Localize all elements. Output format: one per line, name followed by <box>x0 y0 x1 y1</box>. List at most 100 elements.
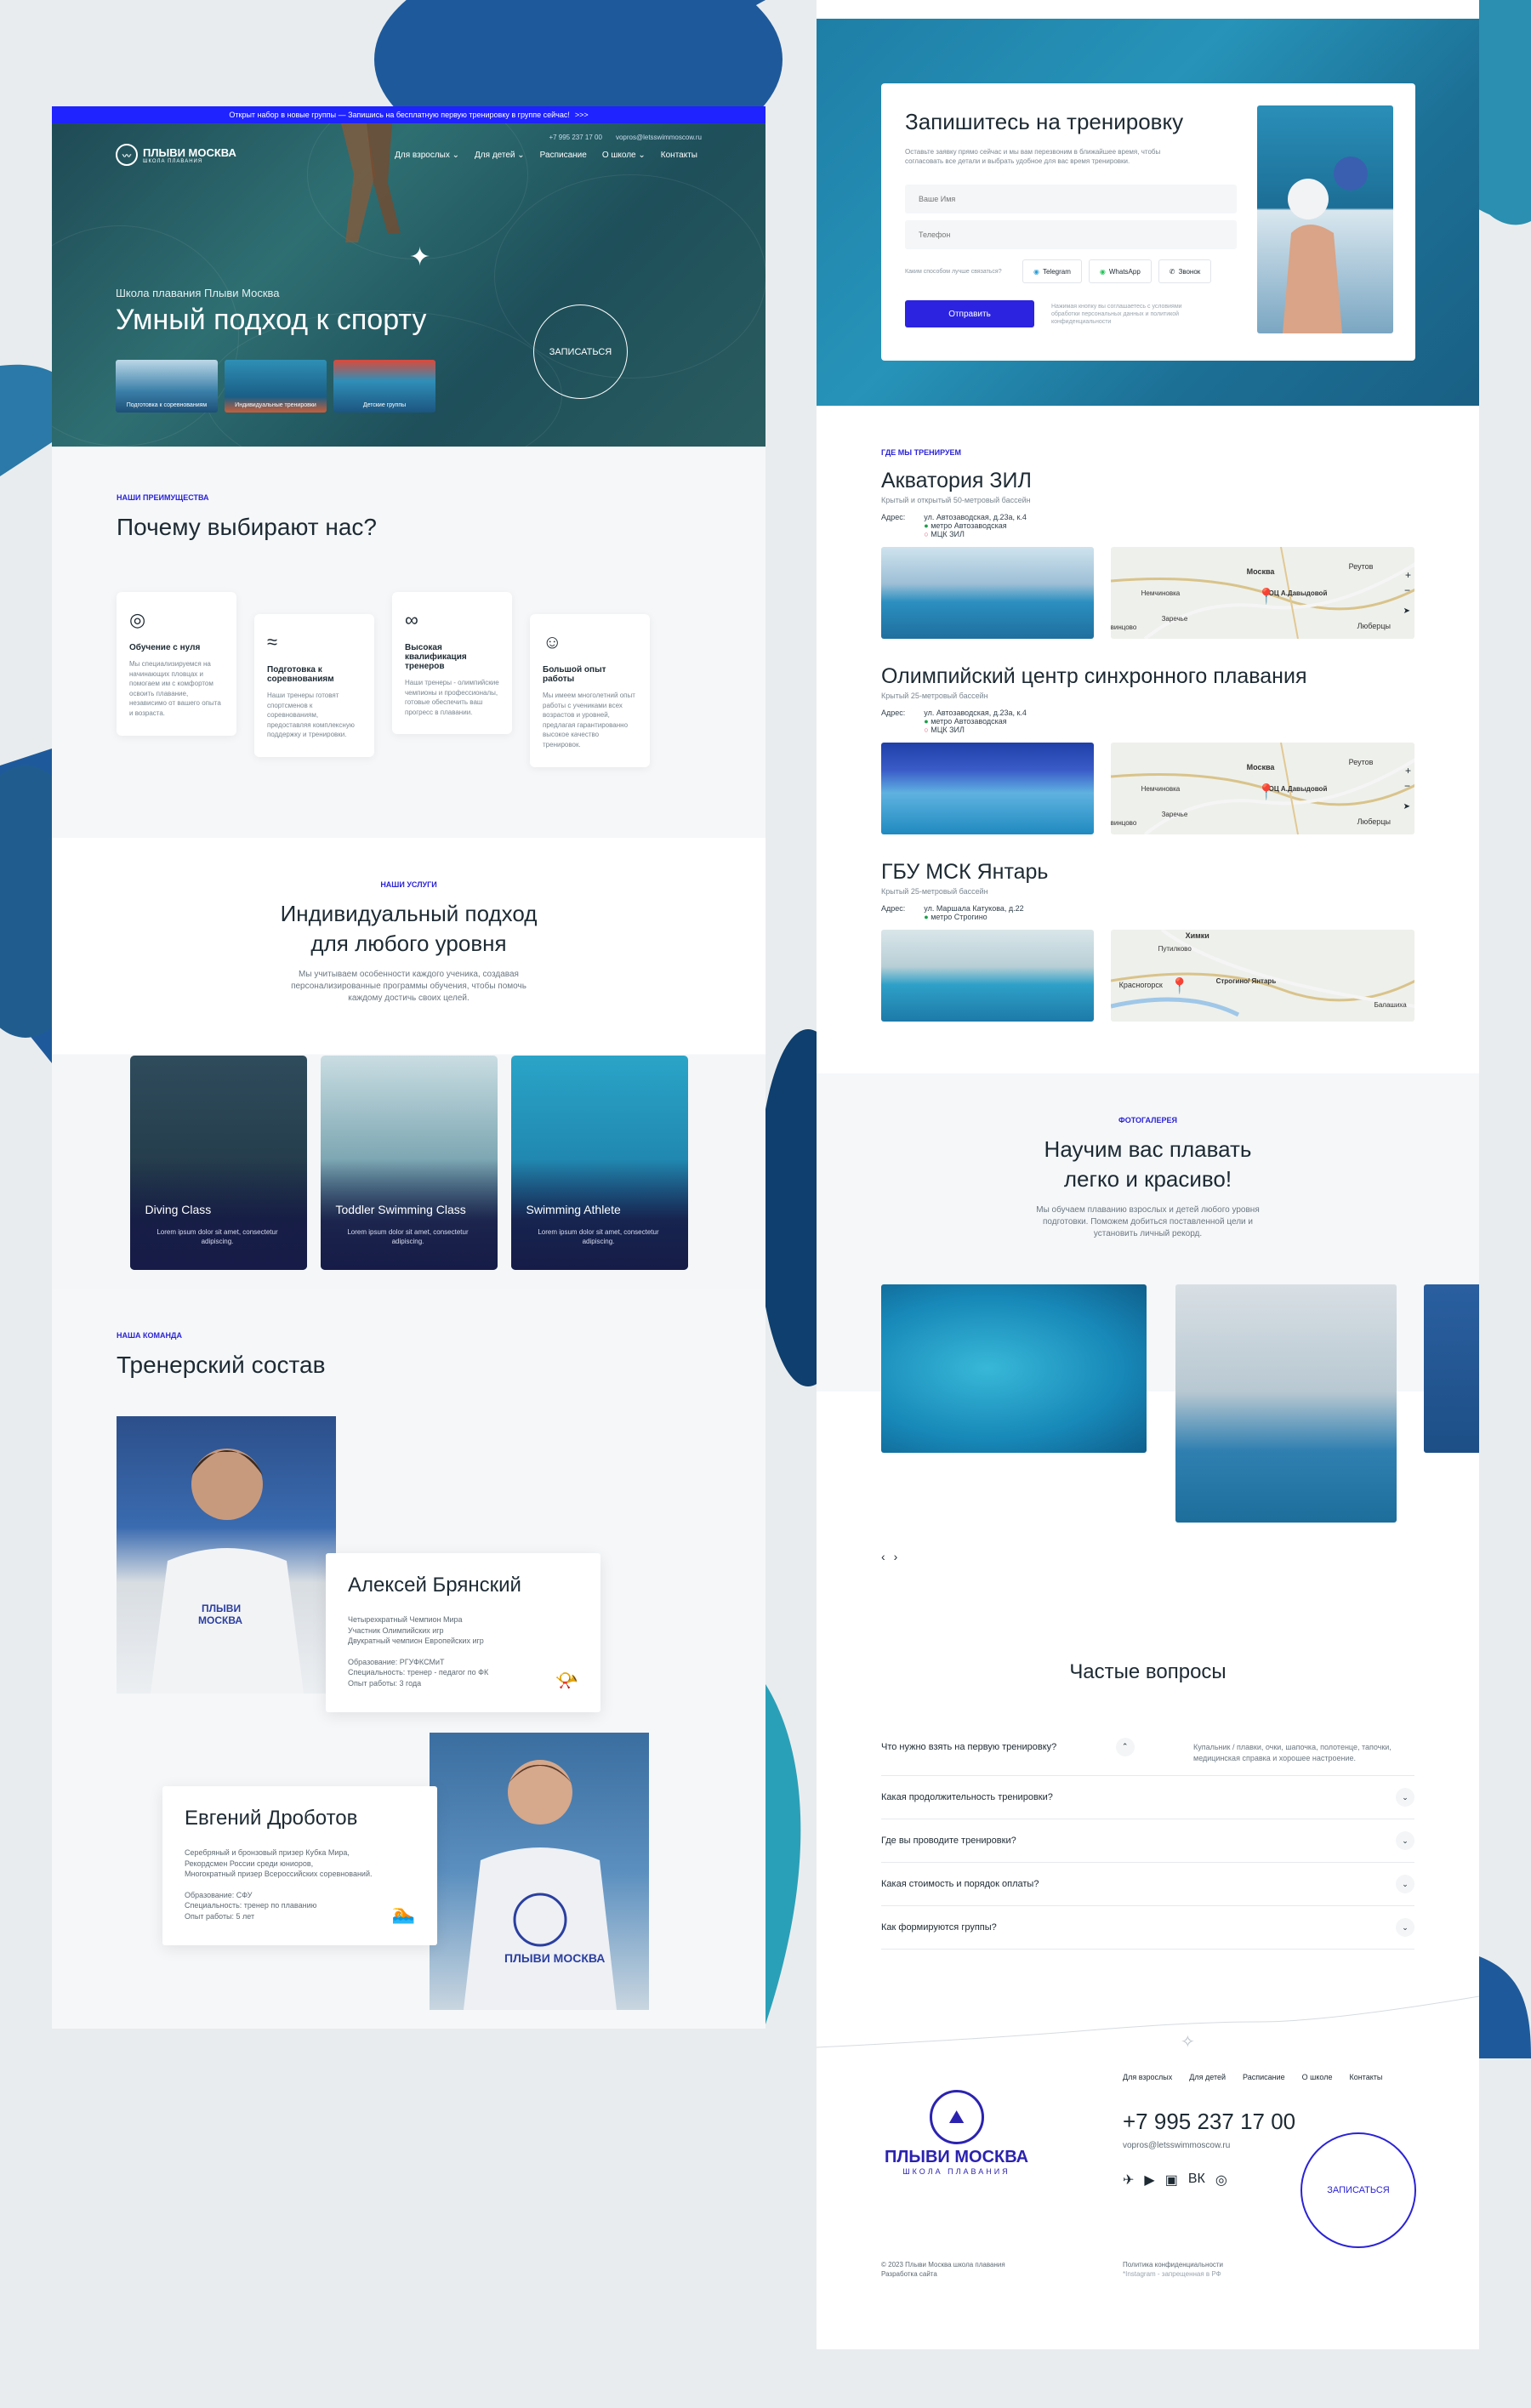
footer-legal: Политика конфиденциальности *Instagram - … <box>1123 2260 1224 2279</box>
coach-card-2: Евгений Дроботов Серебряный и бронзовый … <box>162 1786 437 1945</box>
footer-logo[interactable]: ⛰ ПЛЫВИ МОСКВА ШКОЛА ПЛАВАНИЯ <box>885 2090 1028 2176</box>
whatsapp-option[interactable]: ◉ WhatsApp <box>1088 259 1152 284</box>
locate-icon[interactable]: ➤ <box>1403 802 1410 811</box>
footer-email[interactable]: vopros@letsswimmoscow.ru <box>1123 2141 1230 2150</box>
faq-item[interactable]: Где вы проводите тренировки? ⌄ <box>881 1819 1414 1864</box>
location-map[interactable]: Химки Путилково Красногорск Балашиха Стр… <box>1110 930 1414 1022</box>
gallery-photo-1[interactable] <box>881 1284 1147 1453</box>
header-contacts: +7 995 237 17 00 vopros@letsswimmoscow.r… <box>549 134 702 141</box>
announce-bar[interactable]: Открыт набор в новые группы — Запишись н… <box>52 106 766 123</box>
phone-icon: ✆ <box>1169 267 1175 276</box>
whatsapp-icon: ◉ <box>1099 267 1106 276</box>
coach-name: Алексей Брянский <box>348 1574 521 1597</box>
signup-desc: Оставьте заявку прямо сейчас и мы вам пе… <box>905 148 1161 166</box>
nav-about[interactable]: О школе ⌄ <box>602 151 646 160</box>
header-email[interactable]: vopros@letsswimmoscow.ru <box>616 134 702 141</box>
hero-thumb-kids[interactable]: Детские группы <box>333 360 435 413</box>
hero-signup-button[interactable]: ЗАПИСАТЬСЯ <box>533 305 628 399</box>
footer: ✧ ⛰ ПЛЫВИ МОСКВА ШКОЛА ПЛАВАНИЯ Для взро… <box>817 1988 1479 2349</box>
location-photo <box>881 547 1094 639</box>
zoom-in-icon[interactable]: + <box>1405 765 1411 777</box>
zoom-out-icon[interactable]: − <box>1404 584 1410 596</box>
services-section: НАШИ УСЛУГИ Индивидуальный подход для лю… <box>52 838 766 1289</box>
team-section: НАША КОМАНДА Тренерский состав ПЛЫВИ МОСК… <box>52 1289 766 2029</box>
consent-text: Нажимая кнопку вы соглашаетесь с условия… <box>1051 303 1182 325</box>
gallery-next-button[interactable]: › <box>894 1550 898 1563</box>
olympic-rings-icon: ∞ <box>405 609 418 630</box>
name-input[interactable] <box>905 185 1237 214</box>
call-option[interactable]: ✆ Звонок <box>1158 259 1212 284</box>
footer-link[interactable]: Контакты <box>1349 2073 1382 2081</box>
advantages-title: Почему выбирают нас? <box>117 514 378 540</box>
location-1: Акватория ЗИЛ Крытый и открытый 50-метро… <box>881 469 1414 639</box>
gallery-photo-2[interactable] <box>1175 1284 1397 1523</box>
nav-adults[interactable]: Для взрослых ⌄ <box>395 151 459 160</box>
chevron-up-icon[interactable]: ⌃ <box>1115 1737 1135 1756</box>
hero-thumb-individual[interactable]: Индивидуальные тренировки <box>225 360 327 413</box>
chevron-down-icon[interactable]: ⌄ <box>1396 1918 1414 1938</box>
rutube-icon[interactable]: ▣ <box>1165 2172 1178 2189</box>
faq-item[interactable]: Какая продолжительность тренировки? ⌄ <box>881 1776 1414 1820</box>
dev-link[interactable]: Разработка сайта <box>881 2269 1005 2279</box>
footer-link[interactable]: Для детей <box>1189 2073 1226 2081</box>
telegram-option[interactable]: ◉ Telegram <box>1022 259 1082 284</box>
service-card-athlete[interactable]: Swimming Athlete Lorem ipsum dolor sit am… <box>510 1056 688 1270</box>
submit-button[interactable]: Отправить <box>905 300 1034 328</box>
gallery-prev-button[interactable]: ‹ <box>881 1550 885 1563</box>
telegram-icon[interactable]: ✈ <box>1123 2172 1134 2189</box>
logo-subtext: ШКОЛА ПЛАВАНИЯ <box>143 158 203 164</box>
faq-answer: Купальник / плавки, очки, шапочка, полот… <box>1193 1743 1392 1762</box>
privacy-link[interactable]: Политика конфиденциальности <box>1123 2260 1223 2269</box>
logo-text: ПЛЫВИ МОСКВА <box>143 145 236 159</box>
advantage-card: ☺ Большой опыт работы Мы имеем многолетний… <box>530 614 650 767</box>
chevron-down-icon[interactable]: ⌄ <box>1396 1875 1414 1894</box>
advantage-card: ∞ Высокая квалификация тренеров Наши трене… <box>392 592 512 735</box>
footer-link[interactable]: Для взрослых <box>1123 2073 1172 2081</box>
faq-item-open[interactable]: Что нужно взять на первую тренировку? ⌃ К… <box>881 1718 1414 1777</box>
footer-phone[interactable]: +7 995 237 17 00 <box>1123 2109 1295 2135</box>
announce-text: Открыт набор в новые группы — Запишись н… <box>229 111 570 119</box>
services-title-line2: для любого уровня <box>310 931 507 956</box>
coach-name: Евгений Дроботов <box>185 1807 358 1830</box>
nav-contacts[interactable]: Контакты <box>661 151 697 160</box>
footer-link[interactable]: О школе <box>1302 2073 1333 2081</box>
vk-icon[interactable]: ВК <box>1188 2172 1205 2189</box>
nav-schedule[interactable]: Расписание <box>540 151 587 160</box>
chevron-down-icon[interactable]: ⌄ <box>1396 1788 1414 1807</box>
zoom-in-icon[interactable]: + <box>1405 569 1411 581</box>
svg-text:✧: ✧ <box>1181 2031 1195 2052</box>
service-card-toddler[interactable]: Toddler Swimming Class Lorem ipsum dolor … <box>320 1056 498 1270</box>
chevron-down-icon[interactable]: ⌄ <box>1396 1831 1414 1851</box>
site-logo[interactable]: 〰 ПЛЫВИ МОСКВА ШКОЛА ПЛАВАНИЯ <box>116 144 236 166</box>
advantage-card: ◎ Обучение с нуля Мы специализируемся на н… <box>117 592 236 736</box>
faq-title: Частые вопросы <box>1069 1660 1227 1683</box>
gallery-photo-3[interactable] <box>1424 1284 1479 1453</box>
location-map[interactable]: Москва Реутов Немчиновка Заречье Люберцы… <box>1110 743 1414 834</box>
service-card-diving[interactable]: Diving Class Lorem ipsum dolor sit amet, … <box>129 1056 307 1270</box>
footer-link[interactable]: Расписание <box>1243 2073 1285 2081</box>
hero-thumb-competitions[interactable]: Подготовка к соревнованиям <box>116 360 218 413</box>
map-pin-label: ОЦ А.Давыдовой <box>1268 785 1328 793</box>
faq-item[interactable]: Как формируются группы? ⌄ <box>881 1906 1414 1950</box>
swimmer-silhouette <box>341 123 401 242</box>
coach-card-1: Алексей Брянский Четырехкратный Чемпион … <box>326 1553 600 1712</box>
header-phone[interactable]: +7 995 237 17 00 <box>549 134 602 141</box>
map-pin-icon: 📍 <box>1256 783 1277 800</box>
phone-input[interactable] <box>905 220 1237 250</box>
nav-kids[interactable]: Для детей ⌄ <box>475 151 525 160</box>
team-icon: ☺ <box>543 631 562 652</box>
faq-section: Частые вопросы Что нужно взять на первую… <box>817 1652 1479 1988</box>
swim-goggles-icon: ◎ <box>129 609 146 630</box>
faq-item[interactable]: Какая стоимость и порядок оплаты? ⌄ <box>881 1863 1414 1907</box>
instagram-icon[interactable]: ◎ <box>1215 2172 1227 2189</box>
services-title-line1: Индивидуальный подход <box>280 901 538 926</box>
main-nav: 〰 ПЛЫВИ МОСКВА ШКОЛА ПЛАВАНИЯ Для взрослы… <box>116 144 714 166</box>
location-map[interactable]: Москва Реутов Немчиновка Заречье Люберцы… <box>1110 547 1414 639</box>
youtube-icon[interactable]: ▶ <box>1144 2172 1154 2189</box>
map-pin-label: ОЦ А.Давыдовой <box>1268 589 1328 597</box>
team-title: Тренерский состав <box>117 1352 326 1378</box>
footer-signup-button[interactable]: ЗАПИСАТЬСЯ <box>1300 2132 1416 2248</box>
zoom-out-icon[interactable]: − <box>1404 780 1410 792</box>
locate-icon[interactable]: ➤ <box>1403 606 1410 616</box>
locations-eyebrow: ГДЕ МЫ ТРЕНИРУЕМ <box>881 448 962 457</box>
